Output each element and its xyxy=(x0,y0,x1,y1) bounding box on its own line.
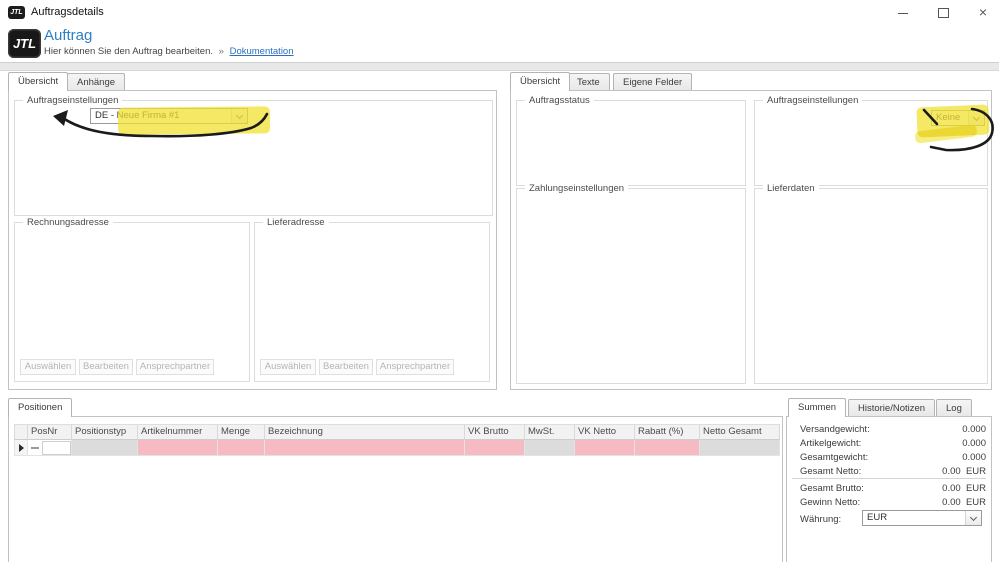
grid-header-menge[interactable]: Menge xyxy=(218,424,265,440)
grid-header-vk-brutto[interactable]: VK Brutto xyxy=(465,424,525,440)
gesamtgewicht-value: 0.000 xyxy=(896,452,986,463)
page-title: Auftrag xyxy=(44,27,92,44)
versandgewicht-label: Versandgewicht: xyxy=(800,424,870,435)
row-marker-icon xyxy=(19,444,24,452)
artikelbeschreibung-value: Keine xyxy=(932,111,968,125)
grid-header-rabatt[interactable]: Rabatt (%) xyxy=(635,424,700,440)
minimize-icon xyxy=(898,13,908,14)
cell-positionstyp[interactable] xyxy=(72,440,138,456)
grid-header-vk-netto[interactable]: VK Netto xyxy=(575,424,635,440)
maximize-button[interactable] xyxy=(933,3,953,23)
cell-vk-brutto[interactable] xyxy=(465,440,525,456)
gesamt-netto-label: Gesamt Netto: xyxy=(800,466,861,477)
group-title: Rechnungsadresse xyxy=(23,217,113,228)
group-title: Auftragseinstellungen xyxy=(763,95,862,106)
close-button[interactable]: × xyxy=(973,2,993,22)
lieferadresse-ansprechpartner-button[interactable]: Ansprechpartner xyxy=(376,359,454,375)
tab-log[interactable]: Log xyxy=(936,399,972,416)
jtl-logo: JTL xyxy=(8,29,41,58)
maximize-icon xyxy=(938,8,949,18)
page-subtitle: Hier können Sie den Auftrag bearbeiten. xyxy=(44,46,213,57)
cell-vk-netto[interactable] xyxy=(575,440,635,456)
waehrung-label: Währung: xyxy=(800,514,841,525)
group-title: Zahlungseinstellungen xyxy=(525,183,628,194)
grid-header-selector[interactable] xyxy=(14,424,28,440)
firma-select[interactable]: DE - Neue Firma #1 xyxy=(90,108,248,124)
auftragseinstellungen-group: Auftragseinstellungen xyxy=(14,100,493,216)
chevron-down-icon xyxy=(968,111,984,125)
cell-rabatt[interactable] xyxy=(635,440,700,456)
tab-anhaenge[interactable]: Anhänge xyxy=(67,73,125,90)
zahlungseinstellungen-group: Zahlungseinstellungen xyxy=(516,188,746,384)
tab-uebersicht-left[interactable]: Übersicht xyxy=(8,72,68,91)
window-title: Auftragsdetails xyxy=(31,6,104,18)
waehrung-value: EUR xyxy=(863,511,965,525)
grid-header-artikelnummer[interactable]: Artikelnummer xyxy=(138,424,218,440)
auftragsstatus-group: Auftragsstatus xyxy=(516,100,746,186)
summen-divider xyxy=(792,478,986,479)
tab-texte[interactable]: Texte xyxy=(567,73,610,90)
posnr-edit-box xyxy=(42,441,71,455)
cell-artikelnummer[interactable] xyxy=(138,440,218,456)
cell-mwst[interactable] xyxy=(525,440,575,456)
tab-eigene-felder[interactable]: Eigene Felder xyxy=(613,73,692,90)
rechnungsadresse-group: Rechnungsadresse xyxy=(14,222,250,382)
header-divider-strip xyxy=(0,62,999,71)
close-icon: × xyxy=(979,4,987,20)
lieferadresse-group: Lieferadresse xyxy=(254,222,490,382)
table-row[interactable] xyxy=(14,440,780,456)
lieferdaten-group: Lieferdaten xyxy=(754,188,988,384)
grid-header-posnr[interactable]: PosNr xyxy=(28,424,72,440)
app-logo-icon: JTL xyxy=(8,6,25,19)
artikelbeschreibung-select[interactable]: Keine xyxy=(931,110,985,126)
versandgewicht-value: 0.000 xyxy=(896,424,986,435)
cell-bezeichnung[interactable] xyxy=(265,440,465,456)
tab-positionen[interactable]: Positionen xyxy=(8,398,72,417)
group-title: Lieferadresse xyxy=(263,217,329,228)
rechnungsadresse-auswaehlen-button[interactable]: Auswählen xyxy=(20,359,76,375)
grid-header-mwst[interactable]: MwSt. xyxy=(525,424,575,440)
page-header: JTL Auftrag Hier können Sie den Auftrag … xyxy=(0,26,999,62)
chevron-down-icon xyxy=(965,511,981,525)
gesamt-brutto-value: 0.00 EUR xyxy=(896,483,986,494)
tab-historie-notizen[interactable]: Historie/Notizen xyxy=(848,399,935,416)
subtitle-separator: » xyxy=(219,46,224,57)
lieferadresse-auswaehlen-button[interactable]: Auswählen xyxy=(260,359,316,375)
gewinn-netto-value: 0.00 EUR xyxy=(896,497,986,508)
artikelgewicht-label: Artikelgewicht: xyxy=(800,438,861,449)
grid-header-positionstyp[interactable]: Positionstyp xyxy=(72,424,138,440)
dokumentation-link[interactable]: Dokumentation xyxy=(230,46,294,57)
chevron-down-icon xyxy=(231,109,247,123)
minimize-button[interactable] xyxy=(893,3,913,23)
firma-value: DE - Neue Firma #1 xyxy=(91,109,231,123)
grid-header-bezeichnung[interactable]: Bezeichnung xyxy=(265,424,465,440)
group-title: Auftragseinstellungen xyxy=(23,95,122,106)
tab-summen[interactable]: Summen xyxy=(788,398,846,417)
cell-posnr[interactable] xyxy=(28,440,72,456)
gesamt-brutto-label: Gesamt Brutto: xyxy=(800,483,864,494)
lieferadresse-bearbeiten-button[interactable]: Bearbeiten xyxy=(319,359,373,375)
artikelgewicht-value: 0.000 xyxy=(896,438,986,449)
grid-header-netto-gesamt[interactable]: Netto Gesamt xyxy=(700,424,780,440)
rechnungsadresse-ansprechpartner-button[interactable]: Ansprechpartner xyxy=(136,359,214,375)
group-title: Auftragsstatus xyxy=(525,95,594,106)
tab-uebersicht-right[interactable]: Übersicht xyxy=(510,72,570,91)
cell-menge[interactable] xyxy=(218,440,265,456)
collapse-dash-icon xyxy=(31,447,39,449)
cell-netto-gesamt[interactable] xyxy=(700,440,780,456)
gewinn-netto-label: Gewinn Netto: xyxy=(800,497,860,508)
rechnungsadresse-bearbeiten-button[interactable]: Bearbeiten xyxy=(79,359,133,375)
waehrung-select[interactable]: EUR xyxy=(862,510,982,526)
group-title: Lieferdaten xyxy=(763,183,819,194)
gesamt-netto-value: 0.00 EUR xyxy=(896,466,986,477)
row-selector-cell[interactable] xyxy=(14,440,28,456)
title-bar: JTL Auftragsdetails × xyxy=(0,0,999,26)
gesamtgewicht-label: Gesamtgewicht: xyxy=(800,452,868,463)
